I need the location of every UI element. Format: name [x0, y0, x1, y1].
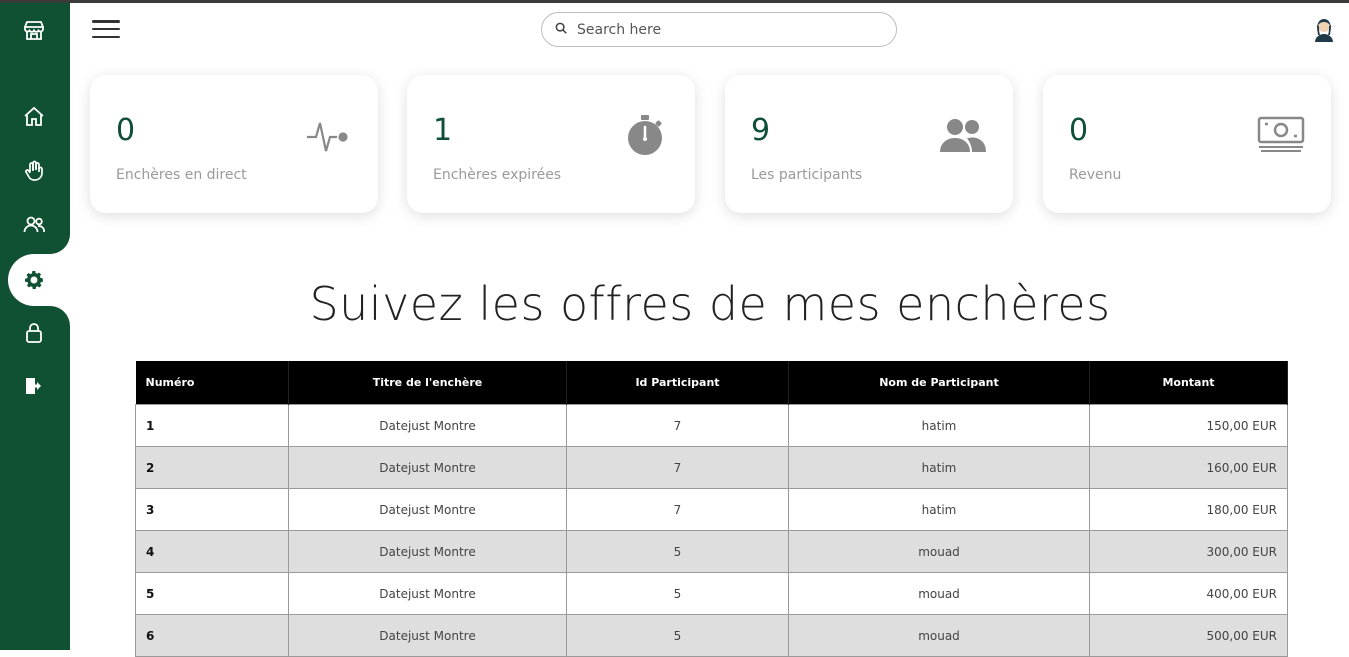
column-header-number[interactable]: Numéro	[135, 361, 289, 405]
column-header-participant-name[interactable]: Nom de Participant	[788, 361, 1090, 405]
home-icon[interactable]	[17, 100, 51, 134]
cell-amount: 500,00 EUR	[1089, 614, 1288, 657]
bids-table-container: Numéro Titre de l'enchère Id Participant…	[135, 361, 1288, 657]
column-header-title[interactable]: Titre de l'enchère	[288, 361, 567, 405]
cell-amount: 180,00 EUR	[1089, 488, 1288, 531]
cell-participant-id: 7	[566, 404, 789, 447]
pulse-icon	[304, 113, 352, 157]
column-header-participant-id[interactable]: Id Participant	[566, 361, 789, 405]
cell-title: Datejust Montre	[288, 572, 567, 615]
search-bar	[541, 12, 897, 47]
stat-label: Enchères expirées	[433, 167, 562, 183]
cell-title: Datejust Montre	[288, 488, 567, 531]
cell-participant-id: 5	[566, 614, 789, 657]
user-avatar-icon[interactable]	[1310, 14, 1338, 44]
table-row: 5 Datejust Montre 5 mouad 400,00 EUR	[135, 572, 1288, 615]
table-row: 1 Datejust Montre 7 hatim 150,00 EUR	[135, 404, 1288, 447]
hamburger-menu-icon[interactable]	[92, 18, 120, 40]
stat-card-revenue: 0 Revenu	[1043, 75, 1331, 213]
cell-number: 2	[135, 446, 289, 489]
cell-participant-id: 5	[566, 572, 789, 615]
users-icon	[939, 113, 987, 157]
bids-table: Numéro Titre de l'enchère Id Participant…	[135, 361, 1288, 657]
stat-value: 0	[1069, 113, 1089, 148]
cell-number: 5	[135, 572, 289, 615]
table-header-row: Numéro Titre de l'enchère Id Participant…	[135, 361, 1288, 405]
table-row: 3 Datejust Montre 7 hatim 180,00 EUR	[135, 488, 1288, 531]
cell-number: 4	[135, 530, 289, 573]
cell-number: 3	[135, 488, 289, 531]
cell-participant-name: hatim	[788, 404, 1090, 447]
cell-title: Datejust Montre	[288, 530, 567, 573]
cell-amount: 160,00 EUR	[1089, 446, 1288, 489]
money-icon	[1257, 113, 1305, 157]
cell-participant-name: hatim	[788, 488, 1090, 531]
cell-number: 1	[135, 404, 289, 447]
table-row: 4 Datejust Montre 5 mouad 300,00 EUR	[135, 530, 1288, 573]
cell-title: Datejust Montre	[288, 404, 567, 447]
cell-title: Datejust Montre	[288, 614, 567, 657]
column-header-amount[interactable]: Montant	[1089, 361, 1288, 405]
cell-amount: 400,00 EUR	[1089, 572, 1288, 615]
cell-participant-id: 7	[566, 488, 789, 531]
table-row: 6 Datejust Montre 5 mouad 500,00 EUR	[135, 614, 1288, 657]
cell-participant-id: 7	[566, 446, 789, 489]
stat-value: 9	[751, 113, 771, 148]
cell-participant-name: mouad	[788, 530, 1090, 573]
cell-number: 6	[135, 614, 289, 657]
logout-icon[interactable]	[17, 369, 51, 403]
window-top-border	[0, 0, 1349, 3]
stat-card-participants: 9 Les participants	[725, 75, 1013, 213]
stat-value: 0	[116, 113, 136, 148]
store-logo-icon[interactable]	[17, 13, 51, 47]
search-input[interactable]	[575, 20, 879, 39]
stat-label: Enchères en direct	[116, 167, 247, 183]
cell-amount: 150,00 EUR	[1089, 404, 1288, 447]
stat-card-live-auctions: 0 Enchères en direct	[90, 75, 378, 213]
hand-icon[interactable]	[17, 154, 51, 188]
stat-value: 1	[433, 113, 453, 148]
users-icon[interactable]	[17, 208, 51, 242]
stat-label: Les participants	[751, 167, 863, 183]
page-title: Suivez les offres de mes enchères	[309, 277, 1111, 331]
table-row: 2 Datejust Montre 7 hatim 160,00 EUR	[135, 446, 1288, 489]
stat-card-expired-auctions: 1 Enchères expirées	[407, 75, 695, 213]
stopwatch-icon	[621, 113, 669, 157]
stat-label: Revenu	[1069, 167, 1122, 183]
cell-title: Datejust Montre	[288, 446, 567, 489]
cell-participant-name: mouad	[788, 572, 1090, 615]
cell-participant-id: 5	[566, 530, 789, 573]
search-icon	[554, 20, 568, 39]
cell-participant-name: mouad	[788, 614, 1090, 657]
cell-participant-name: hatim	[788, 446, 1090, 489]
cell-amount: 300,00 EUR	[1089, 530, 1288, 573]
